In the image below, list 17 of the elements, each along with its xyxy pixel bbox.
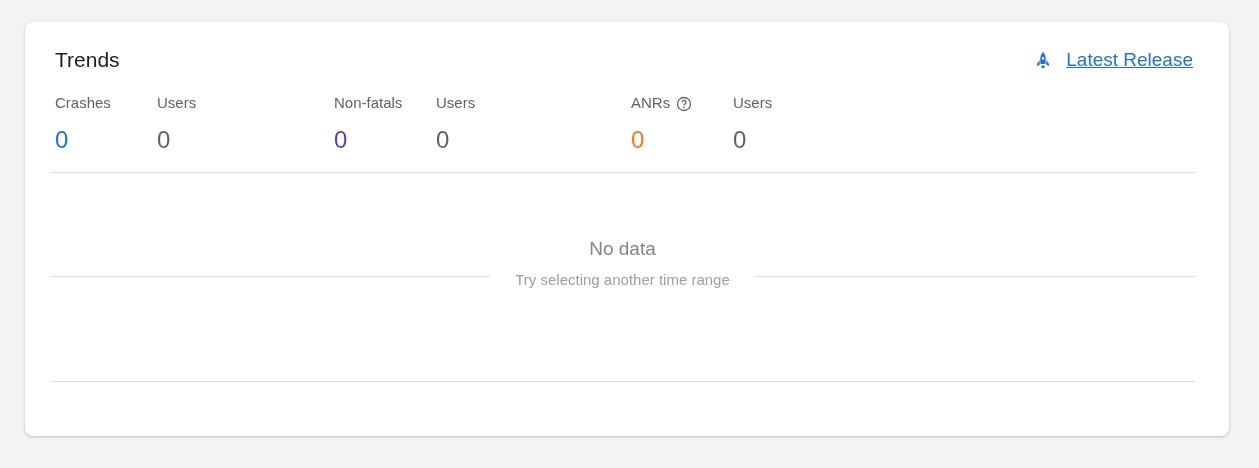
users-value: 0 — [157, 124, 172, 155]
metric-value: 0 — [55, 124, 70, 155]
help-icon[interactable] — [676, 95, 693, 112]
no-data-title: No data — [589, 236, 656, 261]
users-label: Users — [157, 93, 197, 114]
metric-label: Crashes — [55, 93, 111, 114]
metric-value: 0 — [334, 124, 349, 155]
metric-label: Non-fatals — [334, 93, 403, 114]
no-data-hint: Try selecting another time range — [515, 270, 730, 290]
users-value: 0 — [733, 124, 748, 155]
metric-label: ANRs — [631, 93, 671, 114]
card-title: Trends — [55, 47, 120, 73]
users-label: Users — [436, 93, 476, 114]
users-label: Users — [733, 93, 773, 114]
latest-release-link[interactable]: Latest Release — [1034, 45, 1193, 74]
metric-value: 0 — [631, 124, 646, 155]
users-value: 0 — [436, 124, 451, 155]
